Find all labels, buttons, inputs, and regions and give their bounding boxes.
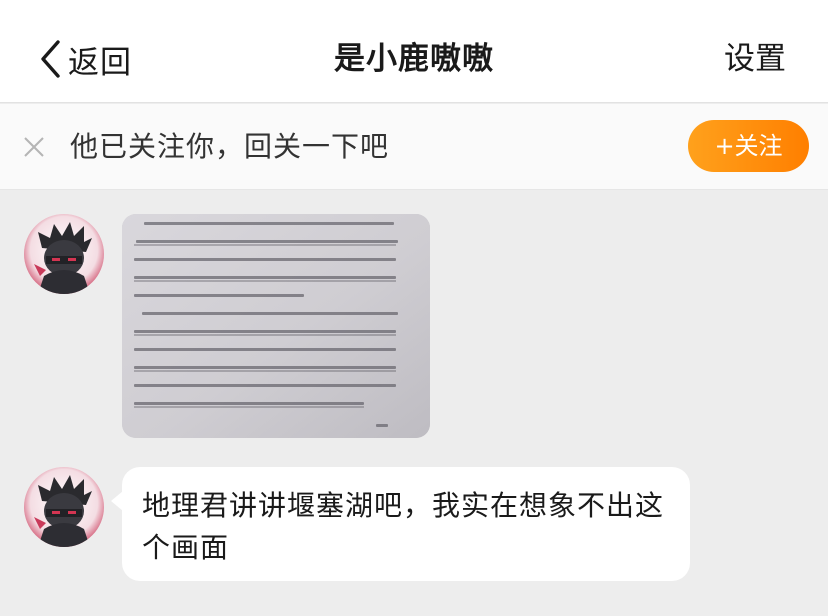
settings-button[interactable]: 设置 <box>724 36 786 82</box>
message-text: 地理君讲讲堰塞湖吧，我实在想象不出这个画面 <box>142 489 665 564</box>
follow-prompt-text: 他已关注你，回关一下吧 <box>70 130 390 163</box>
close-icon[interactable] <box>22 135 46 159</box>
chat-screen: 返回 是小鹿嗷嗷 设置 他已关注你，回关一下吧 +关注 地理君讲讲堰塞湖吧，我实… <box>0 0 828 616</box>
follow-button[interactable]: +关注 <box>688 120 809 172</box>
image-message[interactable] <box>122 214 430 438</box>
chevron-left-icon <box>41 40 60 78</box>
text-message-bubble[interactable]: 地理君讲讲堰塞湖吧，我实在想象不出这个画面 <box>111 467 690 581</box>
back-label: 返回 <box>68 44 132 81</box>
follow-suggestion-bar: 他已关注你，回关一下吧 +关注 <box>0 104 828 190</box>
avatar[interactable] <box>24 214 104 294</box>
avatar-image <box>24 214 104 294</box>
back-button[interactable]: 返回 <box>38 36 132 82</box>
book-page-photo <box>122 214 430 438</box>
avatar-image <box>24 467 104 547</box>
avatar[interactable] <box>24 467 104 547</box>
nav-header: 返回 是小鹿嗷嗷 设置 <box>0 0 828 103</box>
